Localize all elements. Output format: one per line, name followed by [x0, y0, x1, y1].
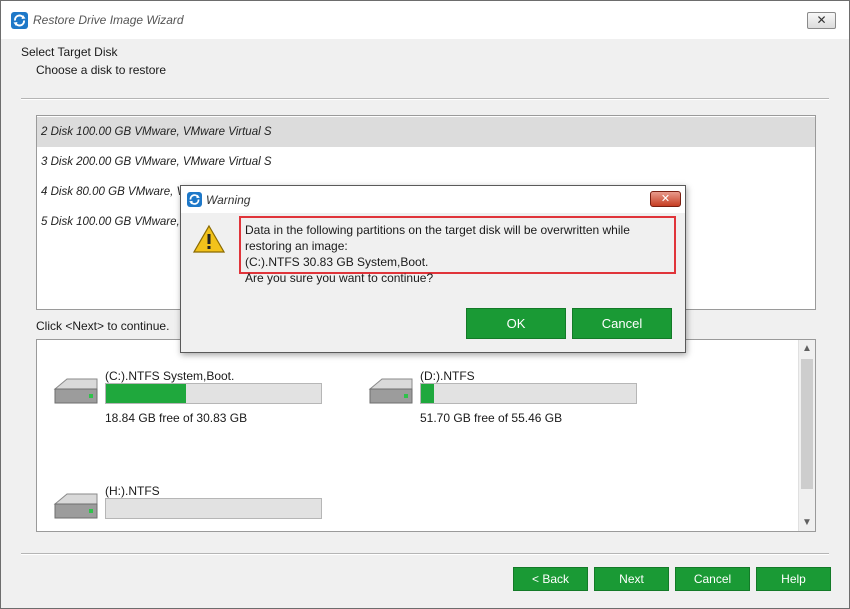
hard-drive-icon [368, 374, 414, 410]
continue-hint: Click <Next> to continue. [36, 319, 170, 333]
page-title: Select Target Disk [21, 45, 118, 59]
partition-label: (C:).NTFS System,Boot. [105, 369, 235, 383]
disk-item-label: 3 Disk 200.00 GB VMware, VMware Virtual … [41, 156, 272, 168]
window-close-button[interactable]: ✕ [807, 12, 836, 29]
usage-fill [106, 384, 186, 403]
disk-item-label: 2 Disk 100.00 GB VMware, VMware Virtual … [41, 126, 272, 138]
ok-button[interactable]: OK [466, 308, 566, 339]
dialog-close-button[interactable]: ✕ [650, 191, 681, 207]
hard-drive-icon [53, 489, 99, 525]
disk-item-label: 4 Disk 80.00 GB VMware, V [41, 186, 185, 198]
dialog-title: Warning [206, 193, 251, 207]
usage-bar [105, 498, 322, 519]
dialog-message-line: restoring an image: [245, 239, 348, 253]
page-subtitle: Choose a disk to restore [36, 63, 167, 77]
dialog-titlebar: Warning ✕ [181, 186, 685, 213]
partition-label: (D:).NTFS [420, 369, 475, 383]
window-title: Restore Drive Image Wizard [33, 13, 184, 27]
usage-fill [421, 384, 434, 403]
cancel-button[interactable]: Cancel [675, 567, 750, 591]
app-restore-icon [11, 12, 28, 29]
disk-list-item[interactable]: 3 Disk 200.00 GB VMware, VMware Virtual … [37, 147, 815, 177]
header-divider [21, 98, 829, 100]
hard-drive-icon [53, 374, 99, 410]
scroll-thumb[interactable] [801, 359, 813, 489]
usage-bar [420, 383, 637, 404]
warning-triangle-icon [192, 224, 226, 254]
partition-item[interactable]: (H:).NTFS [53, 484, 343, 531]
scroll-up-arrow-icon[interactable]: ▲ [799, 340, 815, 357]
partition-free-space: 18.84 GB free of 30.83 GB [105, 411, 248, 425]
next-button[interactable]: Next [594, 567, 669, 591]
warning-dialog: Warning ✕ Data in the following partitio… [180, 185, 686, 353]
dialog-question: Are you sure you want to continue? [245, 271, 434, 285]
partition-free-space: 51.70 GB free of 55.46 GB [420, 411, 563, 425]
back-button[interactable]: < Back [513, 567, 588, 591]
close-icon: ✕ [816, 13, 827, 27]
partition-item[interactable]: (D:).NTFS 51.70 GB free of 55.46 GB [368, 369, 658, 439]
usage-bar [105, 383, 322, 404]
dialog-partition-line: (C:).NTFS 30.83 GB System,Boot. [245, 255, 429, 269]
disk-item-label: 5 Disk 100.00 GB VMware, [41, 216, 180, 228]
dialog-message-line: Data in the following partitions on the … [245, 223, 630, 237]
help-button[interactable]: Help [756, 567, 831, 591]
partition-panel: (C:).NTFS System,Boot. 18.84 GB free of … [36, 339, 816, 532]
app-restore-icon [187, 192, 202, 207]
partition-scrollbar[interactable]: ▲ ▼ [798, 340, 815, 531]
partition-item[interactable]: (C:).NTFS System,Boot. 18.84 GB free of … [53, 369, 343, 439]
dialog-cancel-button[interactable]: Cancel [572, 308, 672, 339]
scroll-down-arrow-icon[interactable]: ▼ [799, 514, 815, 531]
close-icon: ✕ [660, 193, 671, 205]
disk-list-item[interactable]: 2 Disk 100.00 GB VMware, VMware Virtual … [37, 117, 815, 147]
footer-divider [21, 553, 829, 555]
window-titlebar: Restore Drive Image Wizard ✕ [1, 1, 849, 39]
wizard-window: Restore Drive Image Wizard ✕ Select Targ… [0, 0, 850, 609]
partition-label: (H:).NTFS [105, 484, 160, 498]
